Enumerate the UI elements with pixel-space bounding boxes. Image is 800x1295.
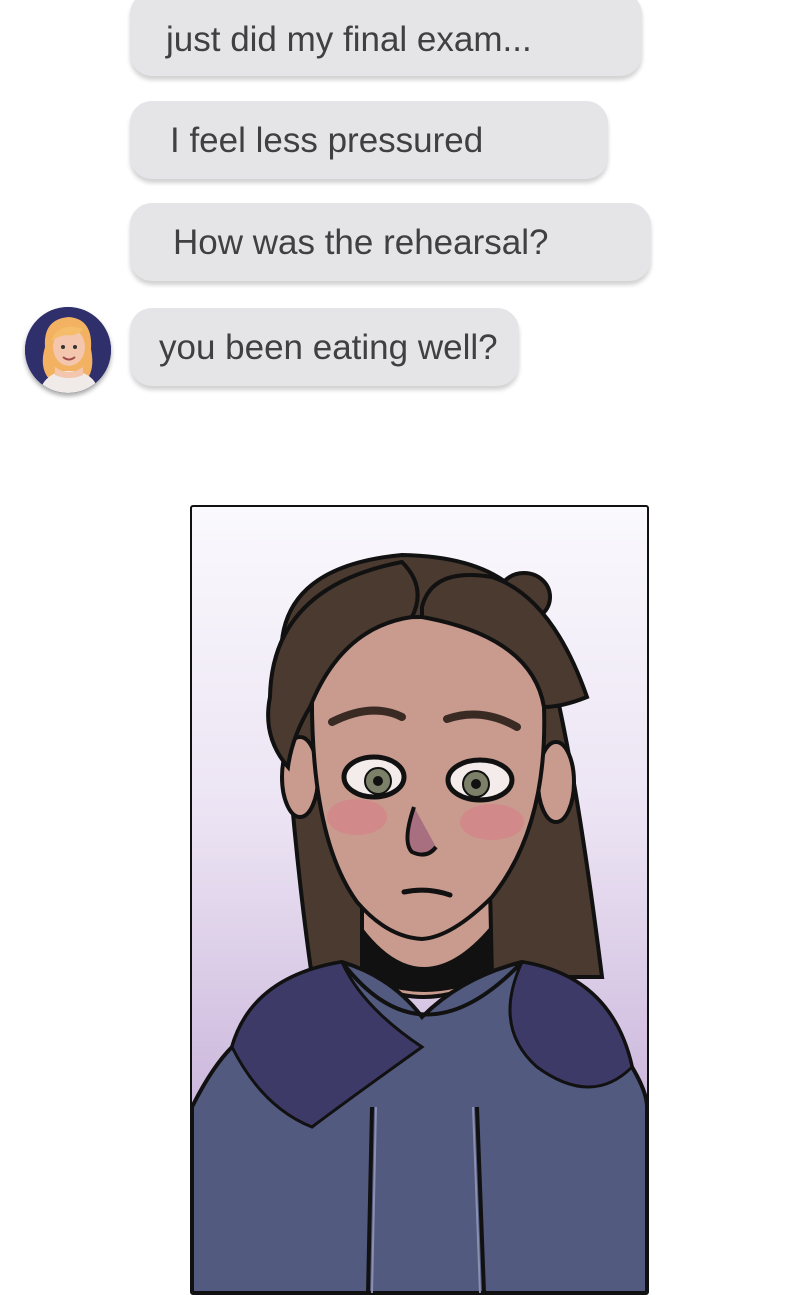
worried-woman-illustration bbox=[192, 552, 647, 1293]
comic-panel bbox=[190, 505, 649, 1295]
message-bubble[interactable]: How was the rehearsal? bbox=[130, 203, 651, 281]
message-bubble[interactable]: I feel less pressured bbox=[130, 101, 608, 179]
message-text: I feel less pressured bbox=[170, 120, 484, 160]
message-text: How was the rehearsal? bbox=[173, 222, 549, 262]
message-bubble[interactable]: just did my final exam... bbox=[130, 0, 642, 76]
blonde-woman-avatar-icon bbox=[25, 307, 111, 393]
message-text: just did my final exam... bbox=[166, 19, 532, 59]
message-bubble[interactable]: you been eating well? bbox=[130, 308, 519, 386]
sender-avatar[interactable] bbox=[25, 307, 111, 393]
message-text: you been eating well? bbox=[159, 327, 498, 367]
